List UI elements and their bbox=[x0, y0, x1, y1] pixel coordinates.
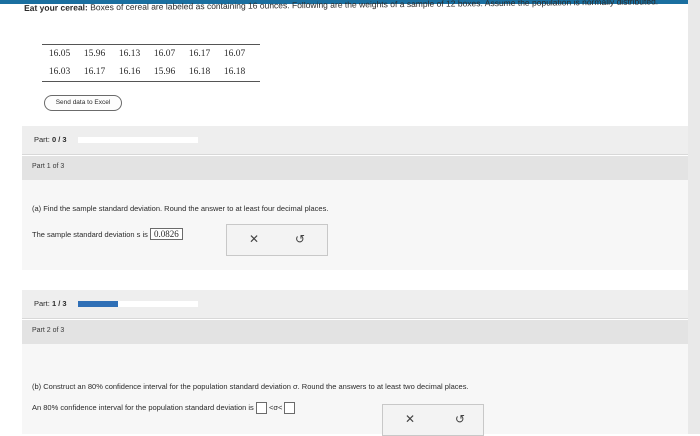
data-cell: 16.17 bbox=[188, 49, 211, 59]
data-row: 16.05 15.96 16.13 16.07 16.17 16.07 bbox=[42, 45, 260, 63]
part-header-text: Part 1 of 3 bbox=[32, 163, 65, 170]
progress-fill bbox=[78, 301, 118, 307]
answer-line: An 80% confidence interval for the popul… bbox=[32, 402, 296, 414]
progress-label-text: Part: bbox=[34, 299, 50, 308]
data-cell: 16.16 bbox=[118, 67, 141, 77]
data-row: 16.03 16.17 16.16 15.96 16.18 16.18 bbox=[42, 63, 260, 81]
data-cell: 16.07 bbox=[223, 49, 246, 59]
part-body: (b) Construct an 80% confidence interval… bbox=[22, 344, 688, 436]
part-progress-label: Part: 0 / 3 bbox=[34, 135, 67, 144]
data-cell: 16.17 bbox=[83, 67, 106, 77]
part-body: (a) Find the sample standard deviation. … bbox=[22, 180, 688, 270]
clear-icon[interactable]: ✕ bbox=[405, 412, 415, 426]
sample-sd-input[interactable]: 0.0826 bbox=[150, 228, 183, 240]
progress-track bbox=[78, 301, 198, 307]
ci-upper-input[interactable] bbox=[284, 402, 296, 414]
data-cell: 16.18 bbox=[223, 67, 246, 77]
data-cell: 15.96 bbox=[83, 49, 106, 59]
ci-lower-input[interactable] bbox=[255, 402, 267, 414]
answer-tools: ✕ ↺ bbox=[226, 224, 328, 256]
answer-prefix: The sample standard deviation s is bbox=[32, 230, 148, 239]
progress-value: 1 / 3 bbox=[51, 299, 67, 308]
send-to-excel-button[interactable]: Send data to Excel bbox=[44, 95, 122, 111]
scroll-edge bbox=[688, 0, 700, 434]
answer-tools: ✕ ↺ bbox=[382, 404, 484, 436]
part-header: Part 2 of 3 bbox=[22, 320, 688, 344]
undo-icon[interactable]: ↺ bbox=[295, 232, 305, 246]
part-progress-bar: Part: 0 / 3 bbox=[22, 126, 688, 155]
data-cell: 15.96 bbox=[153, 67, 176, 77]
problem-statement: Eat your cereal: Boxes of cereal are lab… bbox=[24, 0, 684, 14]
progress-track bbox=[78, 137, 198, 143]
data-cell: 16.18 bbox=[188, 67, 211, 77]
question-text: (b) Construct an 80% confidence interval… bbox=[32, 382, 469, 391]
part-header-text: Part 2 of 3 bbox=[32, 327, 65, 334]
part-progress-bar: Part: 1 / 3 bbox=[22, 290, 688, 319]
progress-label-text: Part: bbox=[34, 135, 50, 144]
part-header: Part 1 of 3 bbox=[22, 156, 688, 180]
data-cell: 16.05 bbox=[48, 49, 71, 59]
undo-icon[interactable]: ↺ bbox=[455, 412, 465, 426]
part-progress-label: Part: 1 / 3 bbox=[34, 299, 67, 308]
question-text: (a) Find the sample standard deviation. … bbox=[32, 204, 329, 213]
progress-value: 0 / 3 bbox=[51, 135, 67, 144]
answer-line: The sample standard deviation s is 0.082… bbox=[32, 228, 183, 240]
data-cell: 16.03 bbox=[48, 67, 71, 77]
sigma-inequality: <σ< bbox=[269, 402, 283, 412]
data-cell: 16.13 bbox=[118, 49, 141, 59]
answer-prefix: An 80% confidence interval for the popul… bbox=[32, 402, 254, 412]
clear-icon[interactable]: ✕ bbox=[249, 232, 259, 246]
data-cell: 16.07 bbox=[153, 49, 176, 59]
problem-title: Eat your cereal: bbox=[24, 2, 88, 13]
data-table: 16.05 15.96 16.13 16.07 16.17 16.07 16.0… bbox=[42, 44, 260, 82]
problem-text: Boxes of cereal are labeled as containin… bbox=[90, 0, 659, 13]
